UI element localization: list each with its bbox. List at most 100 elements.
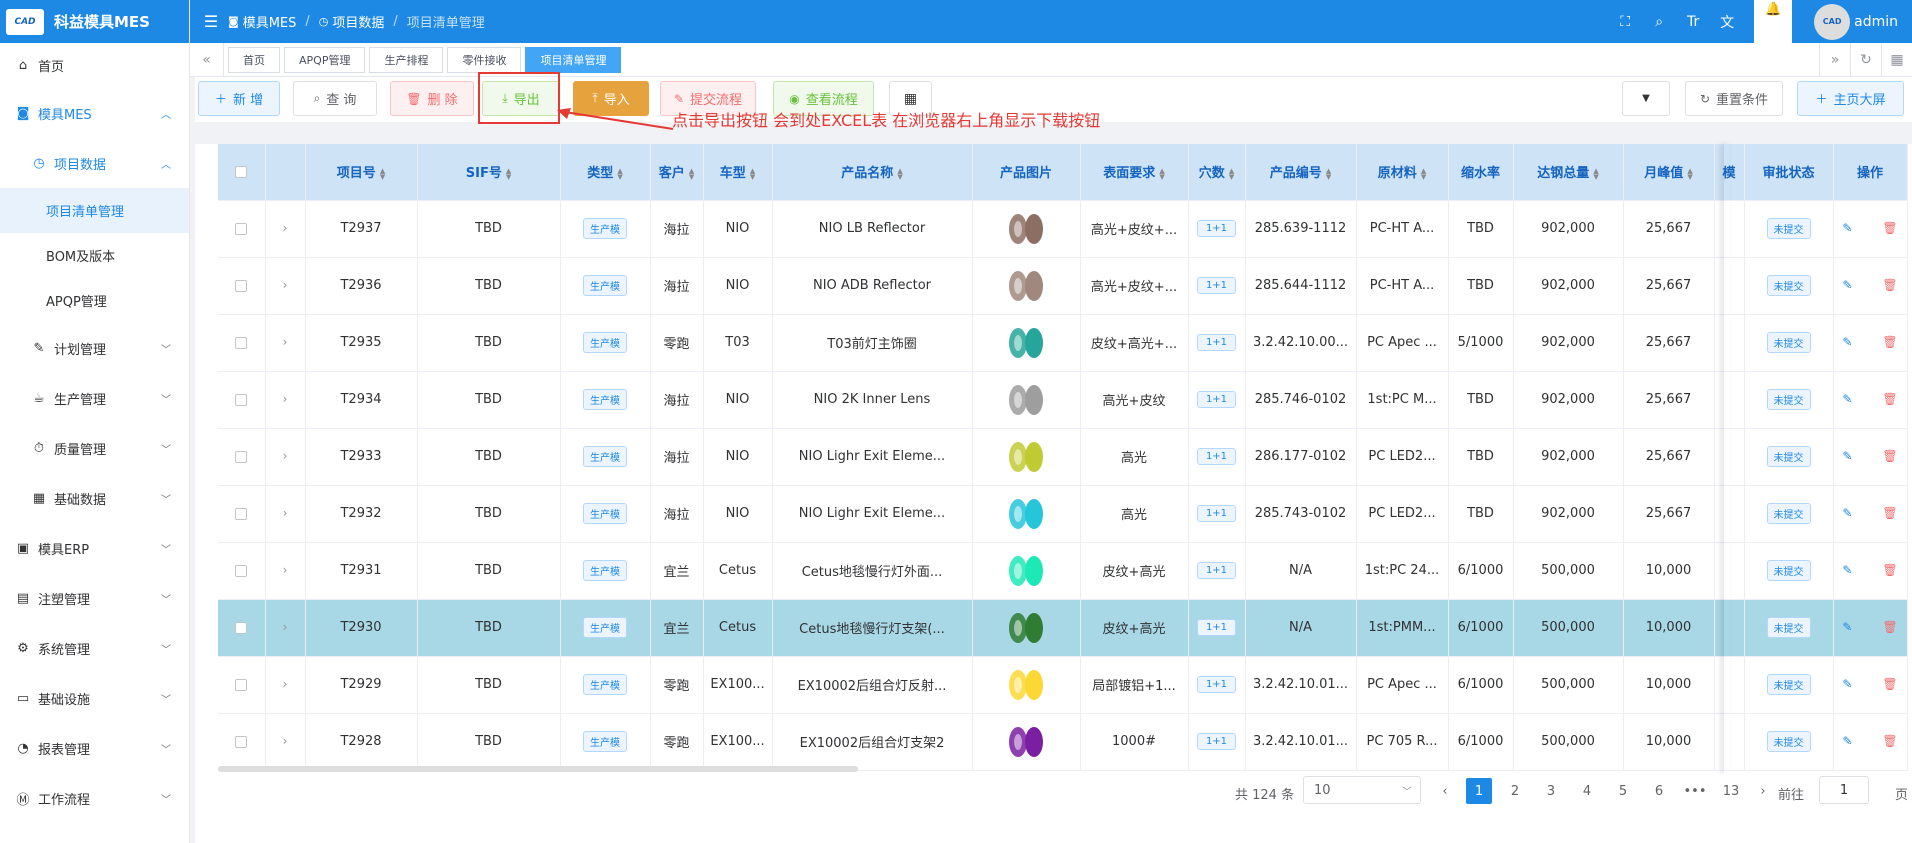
page-button-1[interactable]: 1 bbox=[1466, 778, 1492, 804]
sidebar-item-project-data[interactable]: ◷ 项目数据 ︿ bbox=[0, 138, 189, 188]
trash-icon[interactable]: 🗑 bbox=[1882, 392, 1897, 406]
expand-row-icon[interactable]: › bbox=[283, 734, 288, 748]
col-header[interactable]: 车型 ▲ ▼ bbox=[703, 144, 773, 201]
sidebar-item-infrastructure[interactable]: ▭ 基础设施 ﹀ bbox=[0, 673, 189, 723]
sidebar-item-project-list[interactable]: 项目清单管理 bbox=[0, 188, 189, 233]
sidebar-item-apqp[interactable]: APQP管理 bbox=[0, 278, 189, 323]
reset-button[interactable]: ↻ 重置条件 bbox=[1685, 81, 1783, 116]
tab-project-list[interactable]: 项目清单管理 bbox=[525, 46, 622, 73]
col-header[interactable]: 月峰值 ▲ ▼ bbox=[1623, 144, 1715, 201]
horizontal-scrollbar[interactable] bbox=[218, 766, 858, 772]
page-button-4[interactable]: 4 bbox=[1574, 778, 1600, 804]
col-header[interactable]: 客户 ▲ ▼ bbox=[650, 144, 704, 201]
table-row[interactable]: › T2932 TBD 生产模 海拉 NIO NIO Lighr Exit Eleme...… bbox=[218, 485, 1908, 543]
tabs-scroll-left-icon[interactable]: « bbox=[190, 42, 224, 77]
user-menu[interactable]: CAD admin bbox=[1814, 3, 1912, 40]
edit-icon[interactable]: ✎ bbox=[1842, 278, 1852, 292]
expand-row-icon[interactable]: › bbox=[283, 449, 288, 463]
row-checkbox[interactable] bbox=[235, 621, 248, 634]
page-button-5[interactable]: 5 bbox=[1610, 778, 1636, 804]
expand-row-icon[interactable]: › bbox=[283, 563, 288, 577]
sort-icon[interactable]: ▲ ▼ bbox=[506, 167, 511, 180]
row-checkbox[interactable] bbox=[235, 336, 248, 349]
sidebar-item-basic-data[interactable]: ▦ 基础数据 ﹀ bbox=[0, 473, 189, 523]
trash-icon[interactable]: 🗑 bbox=[1882, 677, 1897, 691]
tab-production-schedule[interactable]: 生产排程 bbox=[369, 46, 444, 73]
image-cell[interactable] bbox=[972, 656, 1081, 714]
image-cell[interactable] bbox=[972, 200, 1081, 258]
col-header[interactable]: SIF号 ▲ ▼ bbox=[417, 144, 561, 201]
col-header[interactable]: 产品编号 ▲ ▼ bbox=[1245, 144, 1357, 201]
expand-cell[interactable]: › bbox=[265, 371, 306, 429]
row-checkbox[interactable] bbox=[235, 222, 248, 235]
trash-icon[interactable]: 🗑 bbox=[1882, 734, 1897, 748]
expand-row-icon[interactable]: › bbox=[283, 335, 288, 349]
select-cell[interactable] bbox=[218, 713, 266, 771]
sidebar-item-plan[interactable]: ✎ 计划管理 ﹀ bbox=[0, 323, 189, 373]
product-image[interactable] bbox=[1004, 551, 1048, 591]
bigscreen-button[interactable]: ＋ 主页大屏 bbox=[1797, 81, 1904, 116]
expand-row-icon[interactable]: › bbox=[283, 677, 288, 691]
col-header[interactable]: 穴数 ▲ ▼ bbox=[1188, 144, 1246, 201]
image-cell[interactable] bbox=[972, 542, 1081, 600]
page-button-6[interactable]: 6 bbox=[1646, 778, 1672, 804]
trash-icon[interactable]: 🗑 bbox=[1882, 335, 1897, 349]
edit-icon[interactable]: ✎ bbox=[1842, 620, 1852, 634]
tab-parts-receive[interactable]: 零件接收 bbox=[447, 46, 522, 73]
sort-icon[interactable]: ▲ ▼ bbox=[1687, 167, 1692, 180]
search-icon[interactable]: ⌕ bbox=[1642, 14, 1676, 30]
table-row[interactable]: › T2931 TBD 生产模 宜兰 Cetus Cetus地毯慢行灯外面... 皮纹+高光 1… bbox=[218, 542, 1908, 600]
sort-icon[interactable]: ▲ ▼ bbox=[380, 167, 385, 180]
sidebar-item-home[interactable]: ⌂ 首页 bbox=[0, 43, 189, 88]
breadcrumb-item[interactable]: 模具MES bbox=[243, 12, 297, 31]
sort-icon[interactable]: ▲ ▼ bbox=[897, 167, 902, 180]
dropdown-button[interactable]: ▼ bbox=[1622, 81, 1670, 116]
trash-icon[interactable]: 🗑 bbox=[1882, 620, 1897, 634]
row-checkbox[interactable] bbox=[235, 393, 248, 406]
sidebar-item-erp[interactable]: ▣ 模具ERP ﹀ bbox=[0, 523, 189, 573]
row-checkbox[interactable] bbox=[235, 678, 248, 691]
trash-icon[interactable]: 🗑 bbox=[1882, 506, 1897, 520]
image-cell[interactable] bbox=[972, 485, 1081, 543]
hamburger-icon[interactable]: ☰ bbox=[194, 12, 228, 31]
delete-button[interactable]: 🗑 删 除 bbox=[390, 81, 474, 116]
prev-page-icon[interactable]: ‹ bbox=[1432, 778, 1458, 804]
sort-icon[interactable]: ▲ ▼ bbox=[750, 167, 755, 180]
image-cell[interactable] bbox=[972, 257, 1081, 315]
edit-icon[interactable]: ✎ bbox=[1842, 506, 1852, 520]
select-cell[interactable] bbox=[218, 371, 266, 429]
sidebar-item-system[interactable]: ⚙ 系统管理 ﹀ bbox=[0, 623, 189, 673]
sidebar-item-bom[interactable]: BOM及版本 bbox=[0, 233, 189, 278]
image-cell[interactable] bbox=[972, 428, 1081, 486]
edit-icon[interactable]: ✎ bbox=[1842, 677, 1852, 691]
sort-icon[interactable]: ▲ ▼ bbox=[1229, 167, 1234, 180]
edit-icon[interactable]: ✎ bbox=[1842, 392, 1852, 406]
query-button[interactable]: ⌕ 查 询 bbox=[293, 81, 377, 116]
sidebar-item-workflow[interactable]: Ⓜ 工作流程 ﹀ bbox=[0, 773, 189, 823]
row-checkbox[interactable] bbox=[235, 450, 248, 463]
page-button-3[interactable]: 3 bbox=[1538, 778, 1564, 804]
select-all-checkbox[interactable] bbox=[235, 165, 248, 178]
app-logo[interactable]: CAD 科益模具MES bbox=[0, 0, 189, 43]
product-image[interactable] bbox=[1004, 437, 1048, 477]
expand-cell[interactable]: › bbox=[265, 542, 306, 600]
select-cell[interactable] bbox=[218, 200, 266, 258]
expand-row-icon[interactable]: › bbox=[283, 392, 288, 406]
trash-icon[interactable]: 🗑 bbox=[1882, 449, 1897, 463]
expand-cell[interactable]: › bbox=[265, 656, 306, 714]
select-cell[interactable] bbox=[218, 656, 266, 714]
expand-row-icon[interactable]: › bbox=[283, 620, 288, 634]
image-cell[interactable] bbox=[972, 599, 1081, 657]
tab-home[interactable]: 首页 bbox=[228, 46, 280, 73]
image-cell[interactable] bbox=[972, 713, 1081, 771]
table-row[interactable]: › T2936 TBD 生产模 海拉 NIO NIO ADB Reflector 高光+皮纹+… bbox=[218, 257, 1908, 315]
page-button-2[interactable]: 2 bbox=[1502, 778, 1528, 804]
grid-menu-icon[interactable]: ▦ bbox=[1881, 43, 1912, 77]
tabs-scroll-right-icon[interactable]: » bbox=[1819, 43, 1850, 77]
expand-cell[interactable]: › bbox=[265, 713, 306, 771]
sort-icon[interactable]: ▲ ▼ bbox=[617, 167, 622, 180]
select-cell[interactable] bbox=[218, 485, 266, 543]
col-header[interactable]: 原材料 ▲ ▼ bbox=[1356, 144, 1449, 201]
row-checkbox[interactable] bbox=[235, 279, 248, 292]
bell-icon[interactable]: 🔔 bbox=[1754, 0, 1793, 43]
